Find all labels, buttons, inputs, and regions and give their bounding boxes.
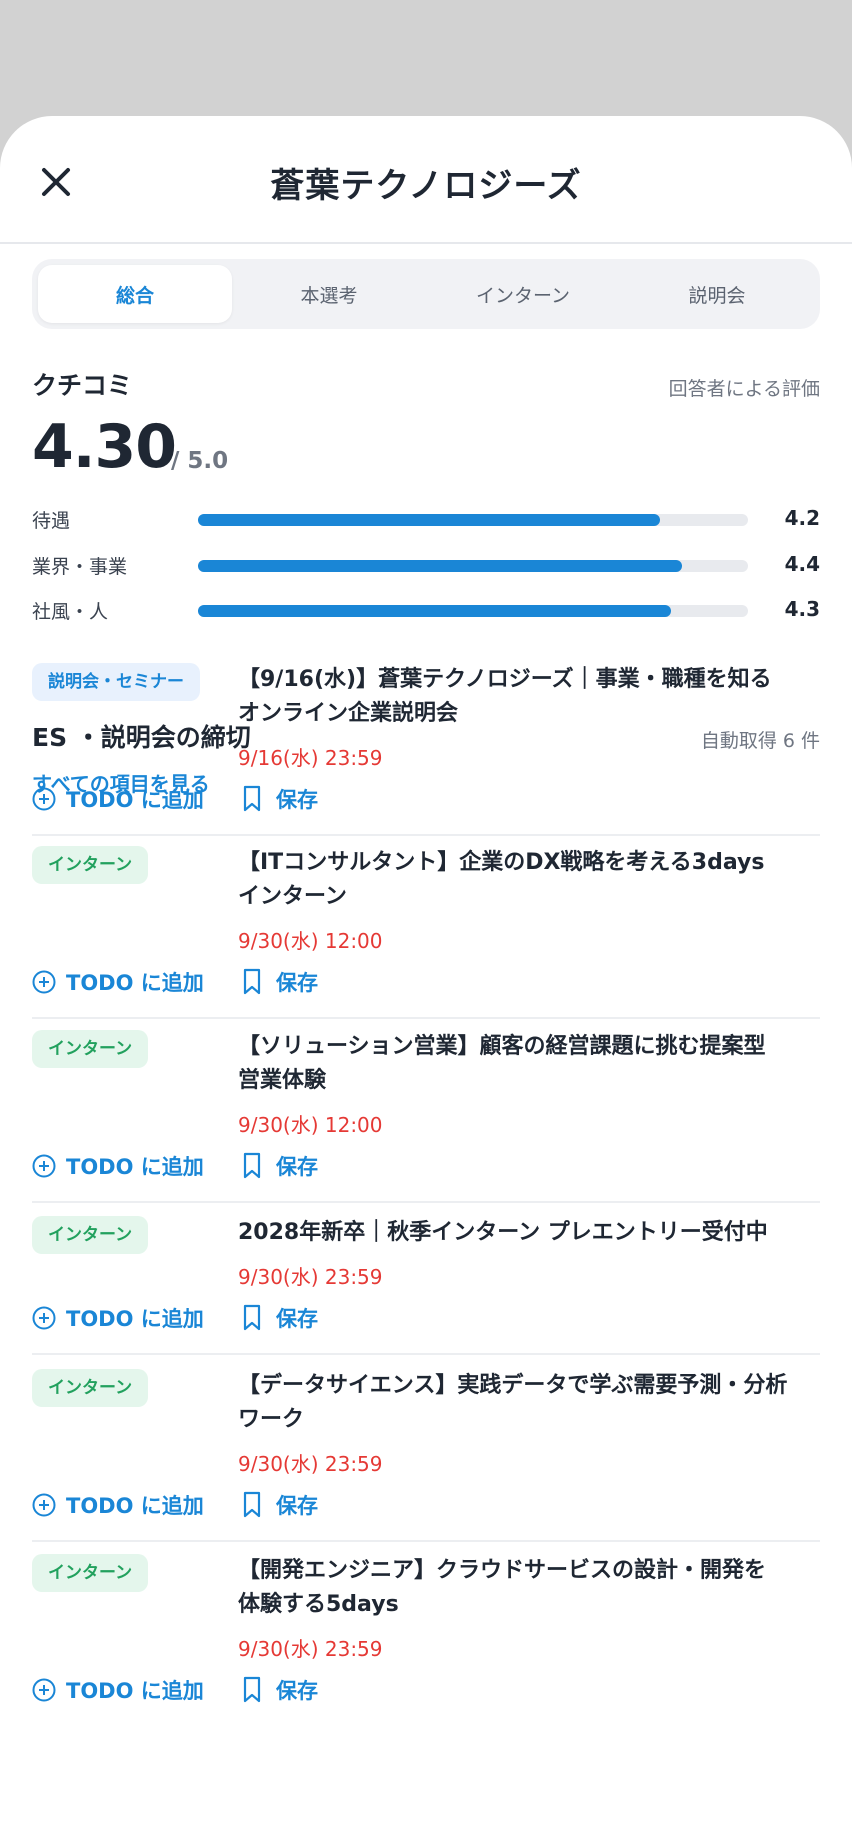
save-label: 保存 bbox=[276, 788, 318, 812]
add-todo-label: TODO に追加 bbox=[66, 1679, 204, 1703]
add-todo-label: TODO に追加 bbox=[66, 1155, 204, 1179]
add-todo-label: TODO に追加 bbox=[66, 971, 204, 995]
rating-row-treatment: 待遇 4.2 bbox=[32, 506, 820, 536]
rating-row-culture: 社風・人 4.3 bbox=[32, 597, 820, 627]
bookmark-icon bbox=[243, 1676, 261, 1703]
event-item[interactable]: インターン 【開発エンジニア】クラウドサービスの設計・開発を 体験する5days 9/… bbox=[32, 1554, 820, 1725]
save-button[interactable]: 保存 bbox=[242, 1490, 318, 1520]
rating-bar-track bbox=[198, 605, 748, 617]
save-button[interactable]: 保存 bbox=[242, 967, 318, 997]
event-title-line: オンライン企業説明会 bbox=[238, 701, 459, 726]
event-item[interactable]: インターン 【ITコンサルタント】企業のDX戦略を考える3days インターン 9/3… bbox=[32, 846, 820, 1019]
add-todo-button[interactable]: TODO に追加 bbox=[32, 784, 204, 814]
save-label: 保存 bbox=[276, 1679, 318, 1703]
event-item[interactable]: インターン 【データサイエンス】実践データで学ぶ需要予測・分析 ワーク 9/30(水)… bbox=[32, 1369, 820, 1542]
save-label: 保存 bbox=[276, 1494, 318, 1518]
event-title-line: 【ソリューション営業】顧客の経営課題に挑む提案型 bbox=[238, 1034, 766, 1059]
save-label: 保存 bbox=[276, 971, 318, 995]
event-title-line: インターン bbox=[238, 884, 347, 909]
event-deadline: 9/30(水) 23:59 bbox=[238, 1452, 383, 1476]
rating-row-industry: 業界・事業 4.4 bbox=[32, 552, 820, 582]
rating-bar-fill bbox=[198, 605, 671, 617]
event-title-line: 【開発エンジニア】クラウドサービスの設計・開発を bbox=[238, 1558, 767, 1583]
add-todo-label: TODO に追加 bbox=[66, 1494, 204, 1518]
save-button[interactable]: 保存 bbox=[242, 1151, 318, 1181]
add-todo-button[interactable]: TODO に追加 bbox=[32, 1151, 204, 1181]
tab-main-selection[interactable]: 本選考 bbox=[232, 265, 426, 323]
bookmark-icon bbox=[243, 1304, 261, 1331]
save-button[interactable]: 保存 bbox=[242, 1303, 318, 1333]
event-title[interactable]: 【開発エンジニア】クラウドサービスの設計・開発を 体験する5days bbox=[238, 1554, 838, 1622]
plus-circle-icon bbox=[32, 1306, 56, 1330]
event-item[interactable]: インターン 2028年新卒｜秋季インターン プレエントリー受付中 9/30(水) 2… bbox=[32, 1216, 820, 1355]
add-todo-button[interactable]: TODO に追加 bbox=[32, 1303, 204, 1333]
event-title[interactable]: 2028年新卒｜秋季インターン プレエントリー受付中 bbox=[238, 1216, 838, 1250]
add-todo-button[interactable]: TODO に追加 bbox=[32, 967, 204, 997]
reviews-note: 回答者による評価 bbox=[668, 378, 820, 400]
event-title-line: 営業体験 bbox=[238, 1068, 327, 1093]
event-deadline: 9/30(水) 23:59 bbox=[238, 1265, 383, 1289]
event-title-line: 2028年新卒｜秋季インターン プレエントリー受付中 bbox=[238, 1220, 768, 1245]
event-item[interactable]: 説明会・セミナー 【9/16(水)】蒼葉テクノロジーズ｜事業・職種を知る オンライン… bbox=[32, 663, 820, 836]
event-title-line: 【9/16(水)】蒼葉テクノロジーズ｜事業・職種を知る bbox=[238, 667, 772, 692]
save-label: 保存 bbox=[276, 1307, 318, 1331]
event-type-badge: インターン bbox=[32, 1369, 149, 1407]
plus-circle-icon bbox=[32, 1678, 56, 1702]
event-title[interactable]: 【ITコンサルタント】企業のDX戦略を考える3days インターン bbox=[238, 846, 838, 914]
event-title[interactable]: 【データサイエンス】実践データで学ぶ需要予測・分析 ワーク bbox=[238, 1369, 838, 1437]
save-button[interactable]: 保存 bbox=[242, 1675, 318, 1705]
page-title: 蒼葉テクノロジーズ bbox=[270, 166, 582, 206]
event-deadline: 9/30(水) 23:59 bbox=[238, 1637, 383, 1661]
plus-circle-icon bbox=[32, 1493, 56, 1517]
plus-circle-icon bbox=[32, 970, 56, 994]
event-type-badge: 説明会・セミナー bbox=[32, 663, 200, 701]
event-title-line: 【データサイエンス】実践データで学ぶ需要予測・分析 bbox=[238, 1373, 788, 1398]
rating-bar-track bbox=[198, 560, 748, 572]
add-todo-button[interactable]: TODO に追加 bbox=[32, 1490, 204, 1520]
category-tabs: 総合 本選考 インターン 説明会 bbox=[32, 259, 820, 329]
tab-overall[interactable]: 総合 bbox=[38, 265, 232, 323]
bookmark-icon bbox=[243, 785, 261, 812]
event-type-badge: インターン bbox=[32, 1554, 149, 1592]
score-max: / 5.0 bbox=[171, 448, 229, 474]
overall-score: 4.30 bbox=[32, 412, 177, 482]
event-title[interactable]: 【ソリューション営業】顧客の経営課題に挑む提案型 営業体験 bbox=[238, 1030, 838, 1098]
rating-bar-track bbox=[198, 514, 748, 526]
bookmark-icon bbox=[243, 1491, 261, 1518]
company-detail-sheet: 蒼葉テクノロジーズ 総合 本選考 インターン 説明会 クチコミ 回答者による評価… bbox=[0, 116, 852, 1846]
tab-internship[interactable]: インターン bbox=[426, 265, 620, 323]
rating-label: 社風・人 bbox=[32, 601, 109, 623]
bookmark-icon bbox=[243, 1152, 261, 1179]
add-todo-label: TODO に追加 bbox=[66, 1307, 204, 1331]
rating-value: 4.4 bbox=[784, 552, 820, 576]
plus-circle-icon bbox=[32, 787, 56, 811]
rating-label: 待遇 bbox=[32, 510, 71, 532]
event-title-line: 体験する5days bbox=[238, 1592, 399, 1617]
event-deadline: 9/30(水) 12:00 bbox=[238, 1113, 383, 1137]
add-todo-button[interactable]: TODO に追加 bbox=[32, 1675, 204, 1705]
event-title-line: 【ITコンサルタント】企業のDX戦略を考える3days bbox=[238, 850, 765, 875]
bookmark-icon bbox=[243, 968, 261, 995]
reviews-title: クチコミ bbox=[32, 371, 133, 400]
plus-circle-icon bbox=[32, 1154, 56, 1178]
event-type-badge: インターン bbox=[32, 1216, 149, 1254]
add-todo-label: TODO に追加 bbox=[66, 788, 204, 812]
rating-bar-fill bbox=[198, 514, 660, 526]
event-deadline: 9/30(水) 12:00 bbox=[238, 929, 383, 953]
tab-info-session[interactable]: 説明会 bbox=[620, 265, 814, 323]
event-title-line: ワーク bbox=[238, 1407, 305, 1432]
event-item[interactable]: インターン 【ソリューション営業】顧客の経営課題に挑む提案型 営業体験 9/30(水)… bbox=[32, 1030, 820, 1203]
save-button[interactable]: 保存 bbox=[242, 784, 318, 814]
event-type-badge: インターン bbox=[32, 1030, 149, 1068]
rating-label: 業界・事業 bbox=[32, 556, 128, 578]
rating-value: 4.3 bbox=[784, 597, 820, 621]
event-deadline: 9/16(水) 23:59 bbox=[238, 746, 383, 770]
event-title[interactable]: 【9/16(水)】蒼葉テクノロジーズ｜事業・職種を知る オンライン企業説明会 bbox=[238, 663, 838, 731]
sheet-header: 蒼葉テクノロジーズ bbox=[0, 116, 852, 244]
event-type-badge: インターン bbox=[32, 846, 149, 884]
rating-bar-fill bbox=[198, 560, 682, 572]
rating-value: 4.2 bbox=[784, 506, 820, 530]
save-label: 保存 bbox=[276, 1155, 318, 1179]
